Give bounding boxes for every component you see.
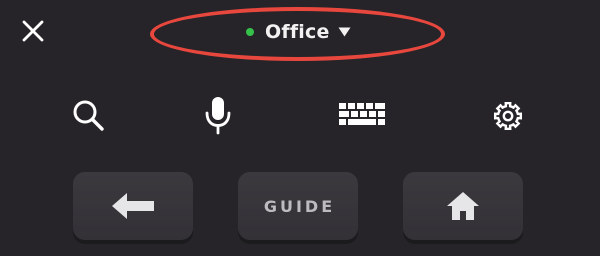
home-button[interactable]	[403, 172, 523, 240]
settings-button[interactable]	[486, 94, 530, 138]
remote-control-screen: Office GUIDE	[0, 0, 600, 256]
close-icon	[22, 20, 44, 42]
caret-down-icon	[338, 27, 351, 37]
guide-label: GUIDE	[263, 196, 336, 216]
search-button[interactable]	[67, 94, 111, 138]
arrow-left-icon	[112, 193, 154, 219]
keyboard-icon	[339, 103, 385, 125]
microphone-icon	[205, 97, 231, 135]
settings-gear-icon	[493, 101, 523, 131]
home-icon	[447, 192, 479, 220]
device-selector[interactable]: Office	[246, 18, 351, 46]
online-status-dot	[246, 28, 254, 36]
back-button[interactable]	[73, 172, 193, 240]
voice-search-button[interactable]	[196, 94, 240, 138]
keyboard-button[interactable]	[336, 94, 388, 138]
search-icon	[73, 100, 104, 131]
device-name: Office	[265, 21, 330, 43]
close-button[interactable]	[18, 16, 48, 46]
guide-button[interactable]: GUIDE	[238, 172, 358, 240]
